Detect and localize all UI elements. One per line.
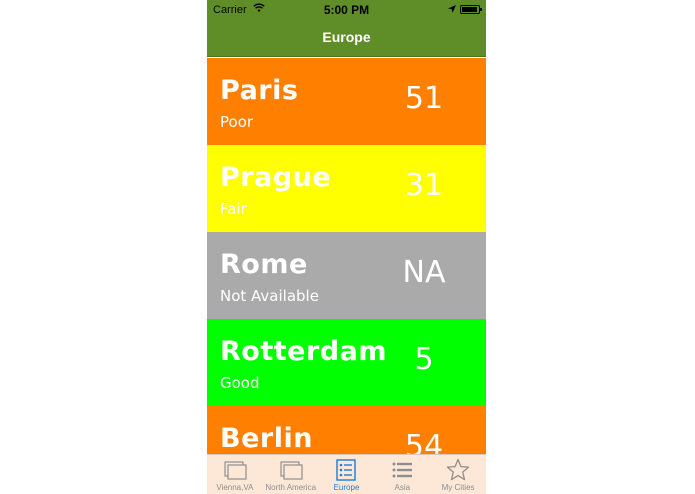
location-arrow-icon xyxy=(448,5,456,13)
phone-screen: Carrier 5:00 PM Europe Paris Poor 51 Pra… xyxy=(207,0,486,494)
air-quality-label: Not Available xyxy=(220,287,319,305)
stacked-windows-icon xyxy=(224,461,247,480)
tab-bar: Vienna,VA North America Europe Asia My C… xyxy=(207,454,486,494)
city-name: Rotterdam xyxy=(220,336,387,367)
tab-label: Vienna,VA xyxy=(216,483,254,492)
city-name: Prague xyxy=(220,162,332,193)
tab-label: My Cities xyxy=(441,483,475,492)
tab-label: North America xyxy=(265,483,317,492)
aqi-value: NA xyxy=(402,255,446,290)
air-quality-label: Good xyxy=(220,374,260,392)
city-list[interactable]: Paris Poor 51 Prague Fair 31 Rome Not Av… xyxy=(207,58,486,454)
aqi-value: 31 xyxy=(404,168,444,203)
city-name: Berlin xyxy=(220,423,313,454)
city-name: Rome xyxy=(220,249,308,280)
battery-icon xyxy=(460,5,482,14)
aqi-value: 51 xyxy=(404,81,444,116)
page-title: Europe xyxy=(322,29,371,45)
tab-vienna-va[interactable]: Vienna,VA xyxy=(207,455,263,494)
city-row-berlin[interactable]: Berlin 54 xyxy=(207,406,486,454)
city-row-rotterdam[interactable]: Rotterdam Good 5 xyxy=(207,319,486,406)
tab-north-america[interactable]: North America xyxy=(263,455,319,494)
aqi-value: 54 xyxy=(404,429,444,454)
air-quality-label: Poor xyxy=(220,113,254,131)
navigation-bar: Europe xyxy=(207,20,486,57)
tab-label: Europe xyxy=(333,483,360,492)
tab-europe[interactable]: Europe xyxy=(319,455,375,494)
list-lines-icon xyxy=(392,462,413,478)
city-row-rome[interactable]: Rome Not Available NA xyxy=(207,232,486,319)
list-icon xyxy=(336,459,357,481)
city-row-prague[interactable]: Prague Fair 31 xyxy=(207,145,486,232)
tab-asia[interactable]: Asia xyxy=(374,455,430,494)
tab-label: Asia xyxy=(394,483,411,492)
tab-my-cities[interactable]: My Cities xyxy=(430,455,486,494)
city-name: Paris xyxy=(220,75,299,106)
star-icon xyxy=(446,458,470,481)
city-row-paris[interactable]: Paris Poor 51 xyxy=(207,58,486,145)
status-bar: Carrier 5:00 PM xyxy=(207,0,486,20)
status-time: 5:00 PM xyxy=(323,3,370,17)
aqi-value: 5 xyxy=(414,342,434,377)
air-quality-label: Fair xyxy=(220,200,247,218)
stacked-windows-icon xyxy=(280,461,303,480)
